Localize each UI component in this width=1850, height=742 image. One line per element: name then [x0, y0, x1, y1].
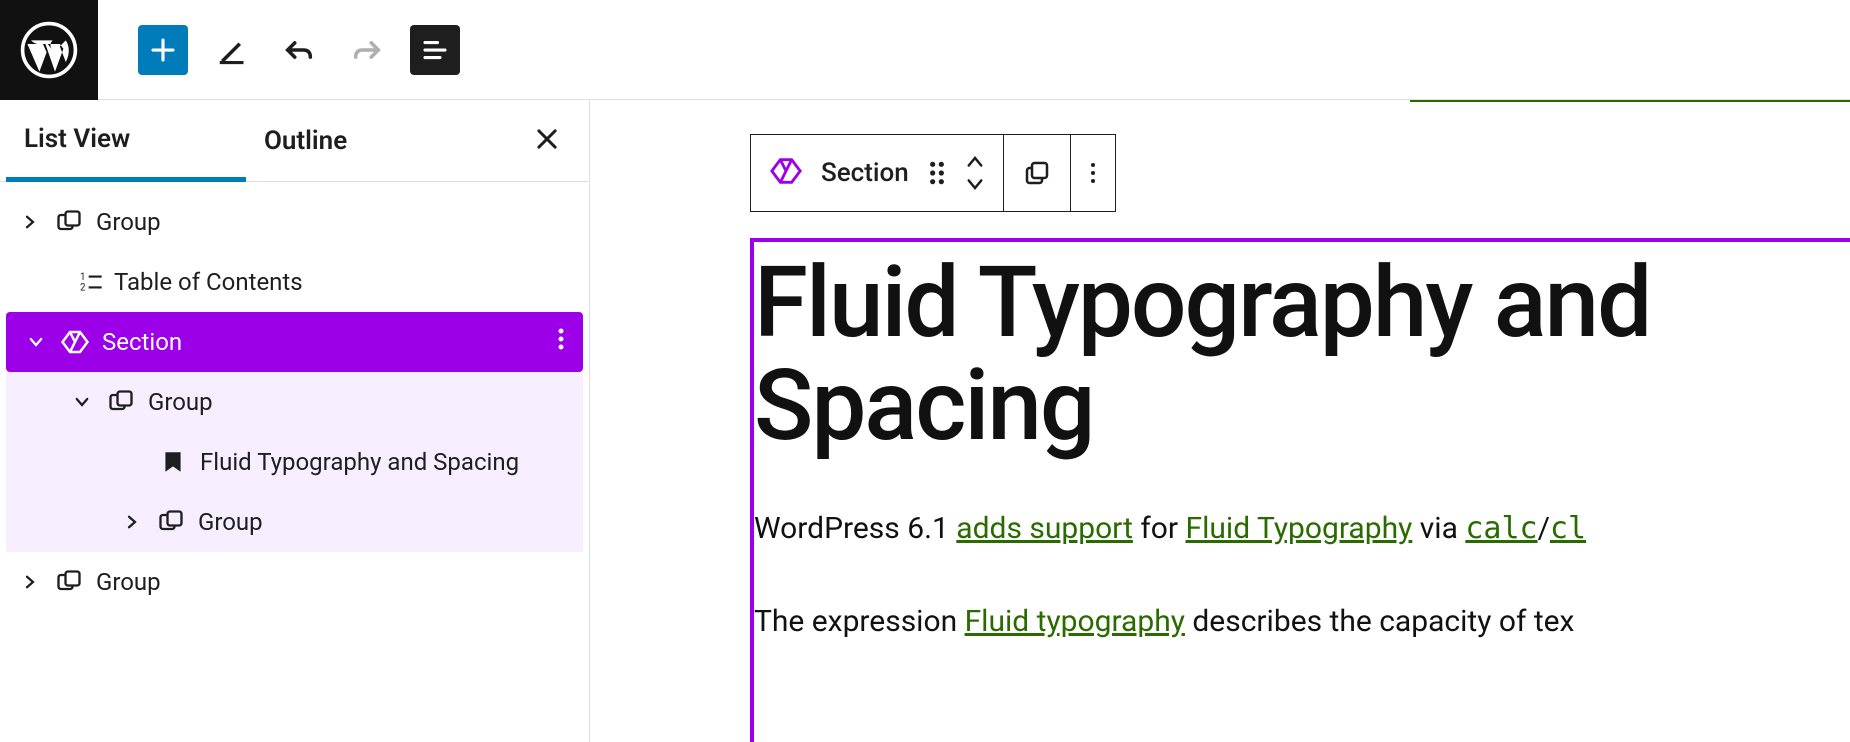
block-type-segment[interactable]: Section [751, 135, 1004, 211]
wordpress-logo-button[interactable] [0, 0, 98, 100]
code-calc[interactable]: calc [1465, 511, 1537, 546]
tree-row-options[interactable] [557, 327, 565, 357]
svg-text:2: 2 [80, 283, 86, 294]
tree-label: Fluid Typography and Spacing [194, 448, 519, 476]
redo-button[interactable] [342, 25, 392, 75]
panel-tabs: List View Outline [0, 100, 589, 182]
tree-row-group[interactable]: Group [0, 192, 589, 252]
more-vertical-icon [1089, 159, 1097, 187]
block-toolbar: Section [750, 134, 1116, 212]
previous-link-underline [1410, 100, 1850, 102]
tree-label: Group [192, 508, 263, 536]
document-overview-button[interactable] [410, 25, 460, 75]
editor-canvas[interactable]: Section Fluid Typography and Spacing Flu… [590, 100, 1850, 742]
text: via [1412, 511, 1465, 546]
wordpress-icon [19, 20, 79, 80]
tree-row-heading[interactable]: Fluid Typography and Spacing [6, 432, 583, 492]
link-fluid-typography[interactable]: Fluid Typography [1186, 511, 1413, 546]
chevron-down-icon[interactable] [64, 393, 100, 411]
more-vertical-icon [557, 327, 565, 351]
link-adds-support[interactable]: adds support [956, 511, 1133, 546]
tree-row-group[interactable]: Group [0, 552, 589, 612]
tab-list-view[interactable]: List View [6, 101, 246, 182]
svg-text:1: 1 [80, 272, 85, 283]
editor-main: List View Outline Group 12 Table of Cont… [0, 100, 1850, 742]
plus-icon [148, 35, 178, 65]
toc-icon: 12 [78, 269, 108, 295]
list-view-icon [420, 35, 450, 65]
tree-row-group[interactable]: Group [6, 372, 583, 432]
block-tree: Group 12 Table of Contents Section Group [0, 182, 589, 612]
code-clamp[interactable]: cl [1550, 511, 1586, 546]
tree-label: Section [96, 328, 182, 356]
bookmark-icon [152, 449, 194, 475]
move-icon [965, 154, 985, 192]
group-icon [150, 508, 192, 536]
undo-icon [282, 33, 316, 67]
drag-icon [927, 160, 947, 186]
text: WordPress 6.1 [754, 511, 956, 546]
undo-button[interactable] [274, 25, 324, 75]
chevron-right-icon[interactable] [114, 513, 150, 531]
add-block-button[interactable] [138, 25, 188, 75]
text: / [1538, 511, 1550, 546]
tree-label: Group [90, 208, 161, 236]
section-icon [54, 327, 96, 357]
block-copy-segment[interactable] [1004, 135, 1071, 211]
drag-handle[interactable] [927, 160, 947, 186]
group-icon [48, 208, 90, 236]
tree-label: Group [90, 568, 161, 596]
tree-row-toc[interactable]: 12 Table of Contents [0, 252, 589, 312]
block-options-segment[interactable] [1071, 135, 1115, 211]
move-up-down[interactable] [965, 154, 985, 192]
section-icon [769, 154, 803, 192]
pencil-icon [216, 35, 246, 65]
tree-row-section[interactable]: Section [6, 312, 583, 372]
text: for [1133, 511, 1186, 546]
toolbar-buttons [98, 25, 460, 75]
tree-label: Group [142, 388, 213, 416]
tab-outline[interactable]: Outline [246, 100, 365, 181]
redo-icon [350, 33, 384, 67]
chevron-down-icon[interactable] [18, 333, 54, 351]
chevron-right-icon[interactable] [12, 573, 48, 591]
close-panel-button[interactable] [533, 125, 561, 157]
tree-label: Table of Contents [108, 268, 303, 296]
post-heading[interactable]: Fluid Typography and Spacing Fluid Typog… [754, 252, 1850, 458]
copy-icon [1022, 158, 1052, 188]
group-icon [100, 388, 142, 416]
text: The expression [754, 604, 965, 639]
block-type-label: Section [821, 158, 909, 188]
group-icon [48, 568, 90, 596]
paragraph-1[interactable]: WordPress 6.1 adds support for Fluid Typ… [754, 506, 1850, 551]
chevron-right-icon[interactable] [12, 213, 48, 231]
tree-row-group[interactable]: Group [6, 492, 583, 552]
text: describes the capacity of tex [1185, 604, 1575, 639]
close-icon [533, 125, 561, 153]
paragraph-2[interactable]: The expression Fluid typography describe… [754, 599, 1850, 644]
link-fluid-typography-2[interactable]: Fluid typography [965, 604, 1185, 639]
document-overview-panel: List View Outline Group 12 Table of Cont… [0, 100, 590, 742]
editor-topbar [0, 0, 1850, 100]
selected-section[interactable]: Fluid Typography and Spacing Fluid Typog… [750, 238, 1850, 742]
tools-button[interactable] [206, 25, 256, 75]
